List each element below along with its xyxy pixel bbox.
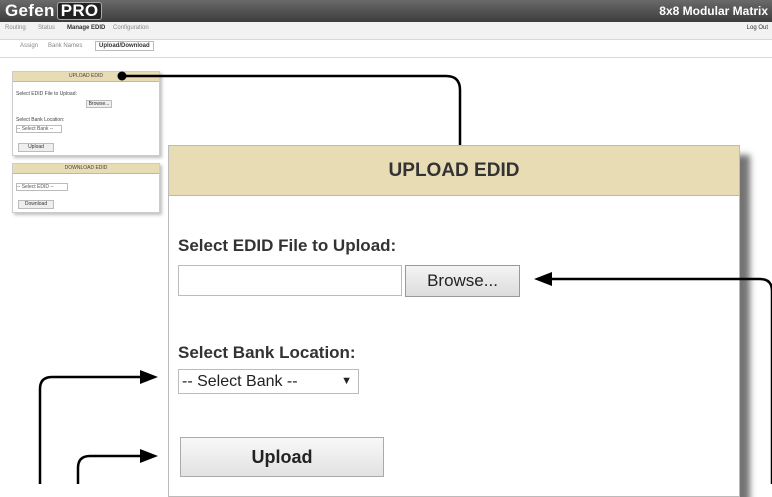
callout-line-header (122, 74, 462, 145)
callout-line-upload (76, 454, 140, 484)
callout-arrow-select (140, 370, 158, 384)
callout-line-browse (551, 277, 772, 484)
callout-arrow-upload (140, 449, 158, 463)
callout-dot (117, 71, 127, 81)
callout-line-select (38, 375, 140, 484)
callout-lines (38, 71, 772, 484)
callout-arrow-browse (534, 272, 552, 286)
